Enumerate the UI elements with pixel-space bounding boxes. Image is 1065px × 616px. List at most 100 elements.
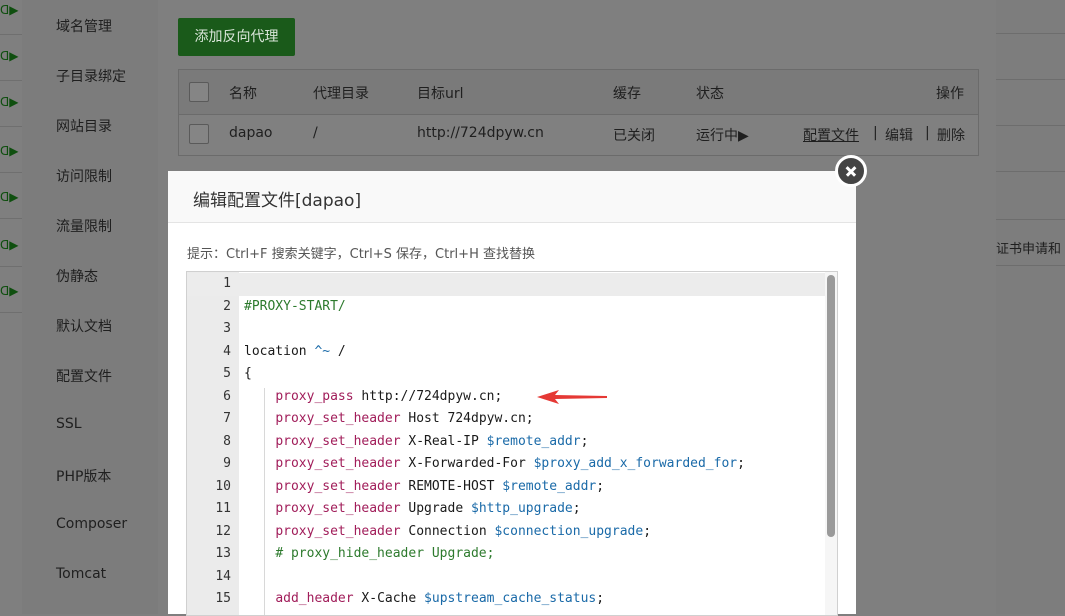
code-token: Connection bbox=[400, 523, 495, 539]
code-text: { bbox=[244, 366, 252, 381]
left-strip-row[interactable]: ᗡ▶ bbox=[0, 80, 22, 127]
code-token: X-Forwarded-For bbox=[400, 456, 534, 471]
code-text: proxy_pass http://724dpyw.cn; bbox=[244, 389, 502, 404]
code-line[interactable]: 3 bbox=[187, 318, 827, 341]
line-number: 5 bbox=[223, 366, 231, 381]
editor-scrollbar[interactable] bbox=[825, 272, 837, 615]
line-number: 4 bbox=[223, 343, 231, 359]
header-status: 状态 bbox=[696, 86, 724, 102]
code-token: #PROXY-START/ bbox=[244, 298, 346, 314]
code-line[interactable]: 13 # proxy_hide_header Upgrade; bbox=[187, 543, 827, 566]
code-token: Host 724dpyw.cn; bbox=[400, 411, 534, 426]
code-text: add_header X-Cache $upstream_cache_statu… bbox=[244, 591, 604, 606]
code-line[interactable]: 4 location ^~ / bbox=[187, 341, 827, 364]
code-line[interactable]: 10 proxy_set_header REMOTE-HOST $remote_… bbox=[187, 476, 827, 499]
divider bbox=[996, 265, 1065, 266]
header-cache: 缓存 bbox=[613, 86, 641, 102]
menu-item-config-file[interactable]: 配置文件 bbox=[56, 366, 112, 386]
line-number: 7 bbox=[223, 411, 231, 426]
menu-item-tomcat[interactable]: Tomcat bbox=[56, 566, 106, 582]
code-token: proxy_set_header bbox=[275, 501, 401, 516]
header-actions: 操作 bbox=[936, 86, 964, 102]
line-number: 12 bbox=[215, 523, 231, 539]
code-token: # proxy_hide_header Upgrade; bbox=[275, 546, 495, 561]
code-line[interactable]: 7 proxy_set_header Host 724dpyw.cn; bbox=[187, 408, 827, 431]
menu-item-domain[interactable]: 域名管理 bbox=[56, 16, 112, 36]
code-token: location bbox=[244, 343, 315, 359]
line-number: 2 bbox=[223, 298, 231, 314]
row-running-status[interactable]: 运行中▶ bbox=[696, 125, 749, 145]
code-token: Upgrade bbox=[400, 501, 471, 516]
left-strip-label: ᗡ▶ bbox=[0, 284, 19, 298]
menu-item-subdir-binding[interactable]: 子目录绑定 bbox=[56, 66, 126, 86]
editor-scroll-thumb[interactable] bbox=[827, 275, 835, 537]
row-checkbox[interactable] bbox=[189, 124, 209, 144]
code-text: # proxy_hide_header Upgrade; bbox=[244, 546, 494, 561]
code-token: REMOTE-HOST bbox=[400, 478, 503, 494]
menu-item-php-version[interactable]: PHP版本 bbox=[56, 466, 111, 486]
menu-item-composer[interactable]: Composer bbox=[56, 516, 127, 532]
menu-item-traffic-limit[interactable]: 流量限制 bbox=[56, 216, 112, 236]
editor-hint: 提示：Ctrl+F 搜索关键字，Ctrl+S 保存，Ctrl+H 查找替换 bbox=[187, 247, 535, 262]
line-number: 3 bbox=[223, 321, 231, 336]
code-line[interactable]: 11 proxy_set_header Upgrade $http_upgrad… bbox=[187, 498, 827, 521]
left-strip-row[interactable]: ᗡ▶ bbox=[0, 0, 22, 35]
add-reverse-proxy-button[interactable]: 添加反向代理 bbox=[178, 18, 295, 56]
code-token: ; bbox=[596, 591, 605, 606]
code-text: #PROXY-START/ bbox=[244, 299, 346, 314]
left-strip-row[interactable]: ᗡ▶ bbox=[0, 126, 22, 173]
menu-item-site-dir[interactable]: 网站目录 bbox=[56, 116, 112, 136]
code-line[interactable]: 15 add_header X-Cache $upstream_cache_st… bbox=[187, 588, 827, 611]
code-token: X-Cache bbox=[353, 591, 425, 606]
select-all-checkbox[interactable] bbox=[189, 82, 209, 102]
right-background-list bbox=[996, 0, 1065, 614]
left-strip-row[interactable]: ᗡ▶ bbox=[0, 220, 22, 267]
left-strip-row[interactable]: ᗡ▶ bbox=[0, 266, 22, 313]
left-strip-row[interactable]: ᗡ▶ bbox=[0, 172, 22, 219]
header-proxy-dir: 代理目录 bbox=[313, 86, 369, 102]
code-line[interactable]: 12 proxy_set_header Connection $connecti… bbox=[187, 521, 827, 544]
menu-item-access-limit[interactable]: 访问限制 bbox=[56, 166, 112, 186]
code-line[interactable]: 9 proxy_set_header X-Forwarded-For $prox… bbox=[187, 453, 827, 476]
left-strip: ᗡ▶ ᗡ▶ ᗡ▶ ᗡ▶ ᗡ▶ ᗡ▶ ᗡ▶ bbox=[0, 0, 22, 614]
code-line[interactable]: 14 bbox=[187, 566, 827, 589]
menu-item-rewrite[interactable]: 伪静态 bbox=[56, 266, 98, 286]
code-token: proxy_set_header bbox=[275, 411, 401, 426]
code-token: $proxy_add_x_forwarded_for bbox=[533, 456, 738, 471]
code-token: { bbox=[244, 366, 252, 381]
header-name: 名称 bbox=[229, 86, 257, 102]
code-token: proxy_pass bbox=[275, 388, 354, 404]
delete-link[interactable]: 删除 bbox=[937, 125, 965, 145]
line-number: 1 bbox=[223, 276, 231, 291]
line-number: 8 bbox=[223, 433, 231, 449]
code-line[interactable]: 8 proxy_set_header X-Real-IP $remote_add… bbox=[187, 431, 827, 454]
menu-item-ssl[interactable]: SSL bbox=[56, 416, 82, 432]
config-file-link[interactable]: 配置文件 bbox=[803, 125, 859, 145]
row-cache-status[interactable]: 已关闭 bbox=[613, 125, 655, 145]
code-line[interactable]: 5{ bbox=[187, 363, 827, 386]
code-text: proxy_set_header Host 724dpyw.cn; bbox=[244, 411, 534, 426]
code-editor[interactable]: 1 2 #PROXY-START/3 4 location ^~ /5{6 proxy_… bbox=[186, 271, 838, 616]
divider bbox=[996, 219, 1065, 220]
line-number: 9 bbox=[223, 456, 231, 471]
code-line[interactable]: 6 proxy_pass http://724dpyw.cn; bbox=[187, 386, 827, 409]
table-header: 名称 代理目录 目标url 缓存 状态 操作 bbox=[179, 70, 978, 115]
row-target-url[interactable]: http://724dpyw.cn bbox=[417, 125, 544, 141]
code-token: $connection_upgrade bbox=[494, 523, 644, 539]
close-icon[interactable] bbox=[835, 155, 867, 187]
modal-title: 编辑配置文件[dapao] bbox=[193, 191, 362, 211]
action-separator: | bbox=[873, 125, 878, 141]
left-strip-row[interactable]: ᗡ▶ bbox=[0, 34, 22, 81]
site-settings-menu: 域名管理 子目录绑定 网站目录 访问限制 流量限制 伪静态 默认文档 配置文件 … bbox=[22, 0, 158, 614]
proxy-table: 名称 代理目录 目标url 缓存 状态 操作 dapao / http://72… bbox=[178, 69, 979, 156]
edit-link[interactable]: 编辑 bbox=[885, 125, 913, 145]
menu-item-default-doc[interactable]: 默认文档 bbox=[56, 316, 112, 336]
code-line[interactable]: 2 #PROXY-START/ bbox=[187, 296, 827, 319]
code-token: $upstream_cache_status bbox=[424, 591, 597, 606]
code-line[interactable]: 1 bbox=[187, 273, 827, 296]
